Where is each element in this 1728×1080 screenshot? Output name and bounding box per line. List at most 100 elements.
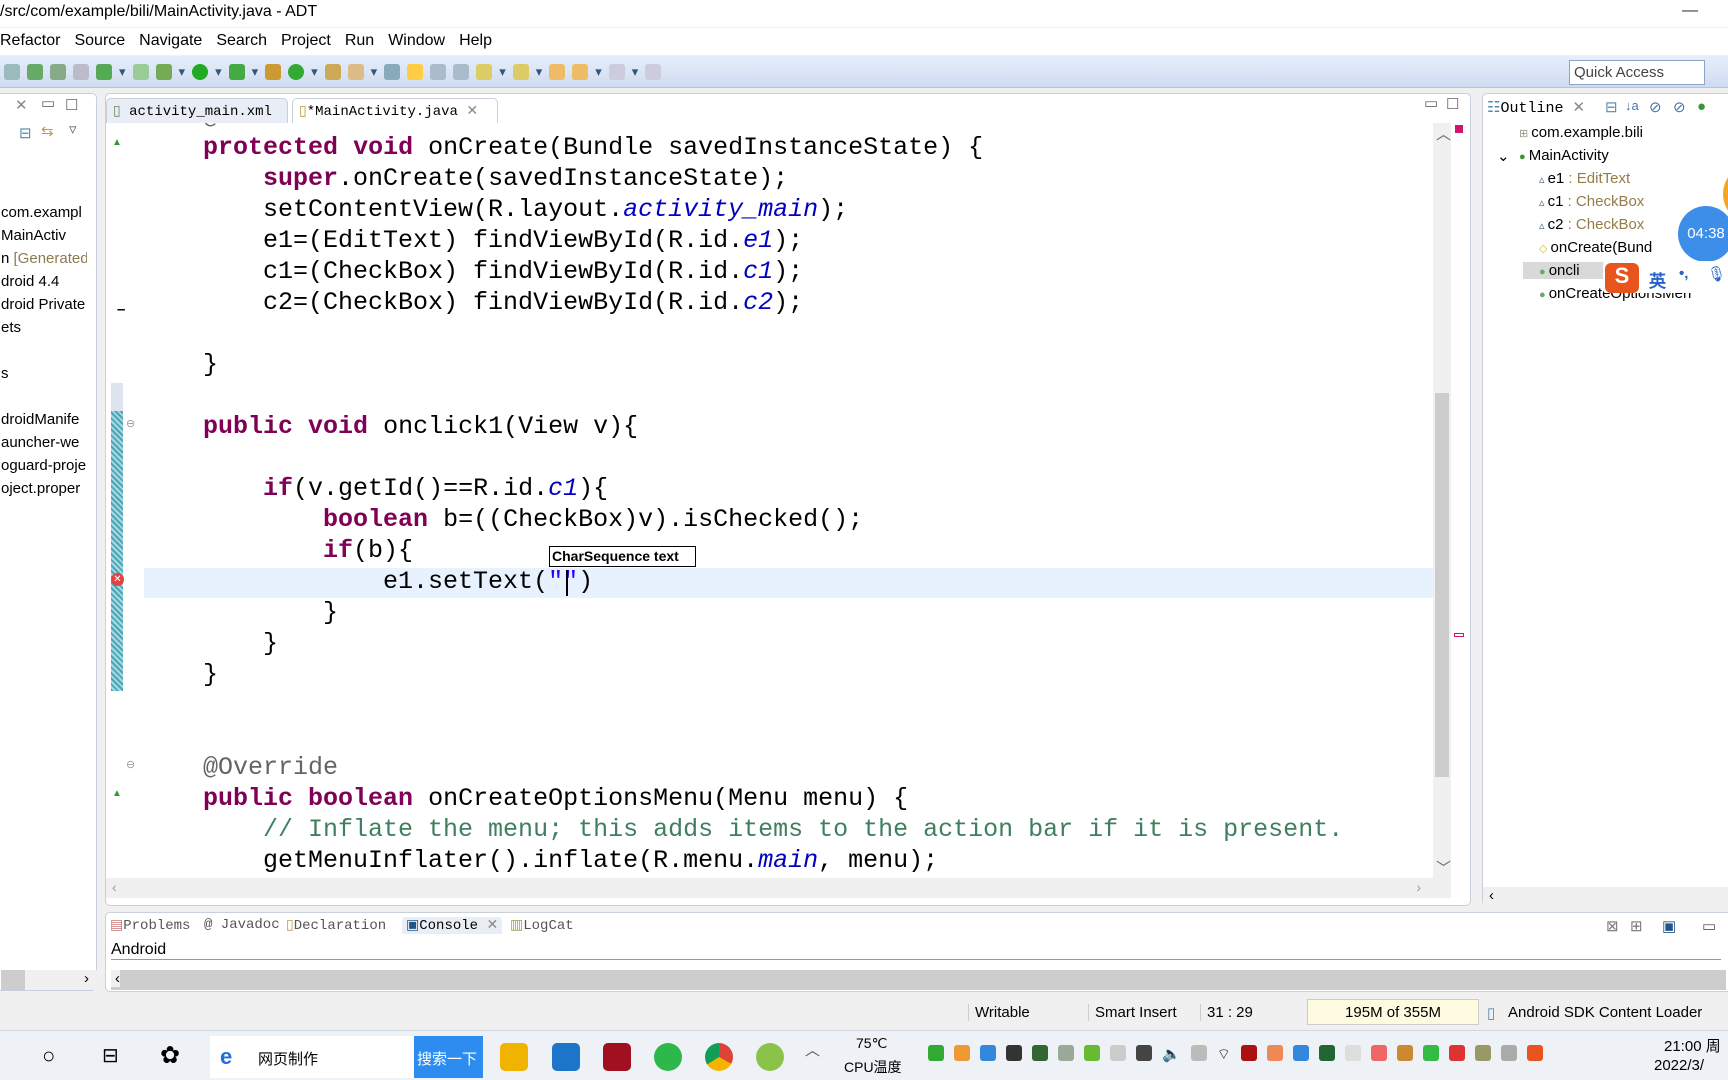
search-text[interactable]: 网页制作	[258, 1048, 318, 1069]
horizontal-scrollbar[interactable]: ‹	[1483, 887, 1728, 907]
tree-item[interactable]: droid 4.4	[1, 273, 87, 290]
tray-icon[interactable]	[1190, 1045, 1207, 1061]
code-line[interactable]: if(b){	[143, 535, 413, 566]
hide-nonpublic-icon[interactable]: ●	[1697, 98, 1706, 115]
maximize-icon[interactable]: ☐	[65, 96, 78, 114]
editor-app-icon[interactable]	[756, 1043, 784, 1071]
tab-problems[interactable]: ▤Problems	[110, 917, 190, 934]
toggle-mark-icon[interactable]	[384, 63, 401, 80]
tray-icon[interactable]	[954, 1045, 970, 1061]
tray-icon[interactable]	[928, 1045, 944, 1061]
clock-date[interactable]: 2022/3/	[1654, 1057, 1704, 1074]
tab-javadoc[interactable]: @ Javadoc	[204, 917, 280, 933]
block-select-icon[interactable]	[430, 63, 447, 80]
timer-bubble[interactable]: 04:38	[1678, 206, 1728, 262]
tab-logcat[interactable]: ▥LogCat	[510, 917, 574, 934]
code-line[interactable]: }	[143, 628, 278, 659]
code-line[interactable]: c1=(CheckBox) findViewById(R.id.c1);	[143, 256, 803, 287]
collapse-all-icon[interactable]: ⊟	[1605, 98, 1618, 116]
print-icon[interactable]	[4, 63, 20, 80]
tree-item[interactable]: MainActiv	[1, 227, 87, 244]
minimize-icon[interactable]: ▭	[1702, 917, 1716, 935]
debug-icon[interactable]	[155, 63, 172, 80]
wps-icon[interactable]	[1448, 1045, 1465, 1061]
vertical-scrollbar[interactable]: ︿ ﹀	[1433, 123, 1451, 878]
collapse-all-icon[interactable]: ⊟	[19, 124, 32, 142]
scroll-thumb[interactable]	[1, 970, 25, 990]
run-icon[interactable]	[192, 63, 209, 80]
wifi-icon[interactable]: ⌔	[1217, 1045, 1231, 1067]
code-line[interactable]: public boolean onCreateOptionsMenu(Menu …	[143, 783, 908, 814]
code-line[interactable]: setContentView(R.layout.activity_main);	[143, 194, 848, 225]
search-box[interactable]: e 网页制作	[210, 1036, 414, 1078]
ime-toolbar[interactable]: S 英 •, 🎙	[1603, 261, 1728, 293]
task-view-icon[interactable]: ⊟	[102, 1043, 119, 1068]
code-line[interactable]: super.onCreate(savedInstanceState);	[143, 163, 788, 194]
code-line[interactable]: c2=(CheckBox) findViewById(R.id.c2);	[143, 287, 803, 318]
background-task[interactable]: Android SDK Content Loader	[1508, 1004, 1702, 1021]
tray-icon[interactable]	[1370, 1045, 1387, 1061]
sogou-tray-icon[interactable]	[1526, 1045, 1543, 1061]
error-icon[interactable]: ✕	[111, 573, 124, 586]
tray-icon[interactable]	[1266, 1045, 1283, 1061]
view-menu-icon[interactable]: ▿	[69, 120, 77, 138]
clock-time[interactable]: 21:00 周	[1664, 1035, 1721, 1056]
tab-outline[interactable]: ☷Outline ✕	[1487, 98, 1585, 117]
close-tab-icon[interactable]: ✕	[486, 918, 498, 934]
menu-help[interactable]: Help	[459, 32, 492, 55]
microphone-icon[interactable]	[1006, 1045, 1022, 1061]
whitespace-icon[interactable]	[453, 63, 470, 80]
sdk-manager-icon[interactable]	[27, 63, 43, 80]
tree-item[interactable]: auncher-we	[1, 434, 87, 451]
tab-main-activity-java[interactable]: ▯*MainActivity.java ✕	[292, 98, 498, 123]
tab-declaration[interactable]: ▯Declaration	[286, 917, 386, 934]
code-line[interactable]: boolean b=((CheckBox)v).isChecked();	[143, 504, 863, 535]
menu-run[interactable]: Run	[345, 32, 374, 55]
search-button[interactable]: 搜索一下	[414, 1036, 483, 1078]
menu-search[interactable]: Search	[216, 32, 267, 55]
tray-icon[interactable]	[1344, 1045, 1361, 1061]
search-tool-icon[interactable]	[347, 63, 364, 80]
tray-icon[interactable]	[1474, 1045, 1491, 1061]
scroll-left-icon[interactable]: ‹	[1483, 887, 1494, 904]
clear-console-icon[interactable]: ⊠	[1606, 917, 1619, 935]
display-console-icon[interactable]: ▣	[1662, 917, 1676, 935]
override-marker-icon[interactable]: ▲	[112, 788, 122, 799]
scroll-thumb[interactable]	[1435, 393, 1449, 777]
volume-icon[interactable]: 🔈	[1162, 1045, 1181, 1067]
code-line[interactable]: getMenuInflater().inflate(R.menu.main, m…	[143, 845, 938, 876]
tray-icon[interactable]	[1396, 1045, 1413, 1061]
pin-editor-icon[interactable]	[645, 63, 662, 80]
back-icon[interactable]	[572, 63, 589, 80]
scroll-right-icon[interactable]: ›	[1416, 879, 1421, 895]
show-hidden-icons[interactable]: ︿	[805, 1039, 820, 1060]
scroll-left-icon[interactable]: ‹	[112, 879, 117, 895]
next-annotation-icon[interactable]	[476, 63, 493, 80]
tree-item[interactable]: oguard-proje	[1, 457, 87, 474]
outline-item[interactable]: ◇ onCreate(Bund	[1539, 239, 1652, 256]
tray-icon[interactable]	[1084, 1045, 1100, 1061]
error-indicator[interactable]	[1455, 125, 1463, 133]
outline-item[interactable]: ▵ c2 : CheckBox	[1539, 216, 1644, 233]
ime-icon[interactable]	[1500, 1045, 1517, 1061]
minimize-icon[interactable]: ▭	[41, 94, 55, 112]
maximize-icon[interactable]: ☐	[1446, 95, 1459, 113]
error-marker[interactable]	[1454, 633, 1464, 637]
scroll-up-icon[interactable]: ︿	[1436, 123, 1451, 144]
quick-access-input[interactable]: Quick Access	[1569, 60, 1705, 85]
tab-activity-main-xml[interactable]: ▯ activity_main.xml	[106, 98, 288, 123]
wechat-icon[interactable]	[654, 1043, 682, 1071]
close-tab-icon[interactable]: ✕	[1572, 100, 1585, 117]
fold-toggle-icon[interactable]: ⊖	[126, 758, 135, 771]
code-line[interactable]: public void onclick1(View v){	[143, 411, 638, 442]
menu-navigate[interactable]: Navigate	[139, 32, 202, 55]
minimize-button[interactable]: —	[1682, 2, 1698, 20]
outline-item[interactable]: ▵ c1 : CheckBox	[1539, 193, 1644, 210]
scroll-down-icon[interactable]: ﹀	[1436, 857, 1451, 878]
code-editor[interactable]: ▲ ▲ – ✕ ⊖ ⊖ @Override protected void onC…	[106, 123, 1433, 878]
heap-status[interactable]: 195M of 355M	[1307, 999, 1479, 1025]
lint-icon[interactable]	[73, 63, 89, 80]
gc-icon[interactable]: ▯	[1487, 1004, 1495, 1022]
code-line[interactable]: }	[143, 349, 218, 380]
code-line[interactable]: @Override	[143, 123, 338, 132]
